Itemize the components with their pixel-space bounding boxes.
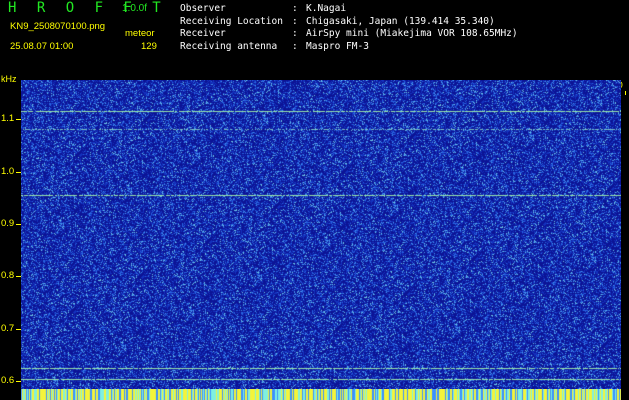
y-axis-unit: kHz [1, 74, 17, 84]
header-panel: H R O F F T 1.0.0f KN9_2508070100.png me… [0, 0, 629, 75]
info-row-antenna: Receiving antenna: Maspro FM-3 [180, 40, 369, 52]
y-tick-label: 0.8 [1, 270, 15, 282]
info-row-receiver: Receiver: AirSpy mini (Miakejima VOR 108.… [180, 28, 518, 39]
version-label: 1.0.0f [122, 3, 148, 14]
y-tick-label: 0.7 [1, 322, 15, 334]
meteor-count: 129 [141, 41, 157, 52]
spectrogram-baseline-strip [21, 389, 621, 400]
y-tick-label: 0.6 [1, 375, 15, 387]
date-label: 25.08.07 01:00 [10, 41, 74, 52]
x-tick-mark [625, 91, 627, 95]
info-row-observer: Observer: K.Nagai [180, 3, 347, 14]
y-tick-label: 1.1 [1, 113, 15, 125]
filename-label: KN9_2508070100.png [10, 21, 106, 32]
y-tick-label: 1.0 [1, 165, 15, 177]
station-info: Observer: K.Nagai Receiving Location: Chig… [180, 3, 518, 53]
info-row-location: Receiving Location: Chigasaki, Japan (139… [180, 15, 495, 27]
y-tick-label: 0.9 [1, 218, 15, 230]
spectrogram-waterfall[interactable] [21, 80, 621, 389]
meteor-label: meteor [125, 28, 155, 39]
